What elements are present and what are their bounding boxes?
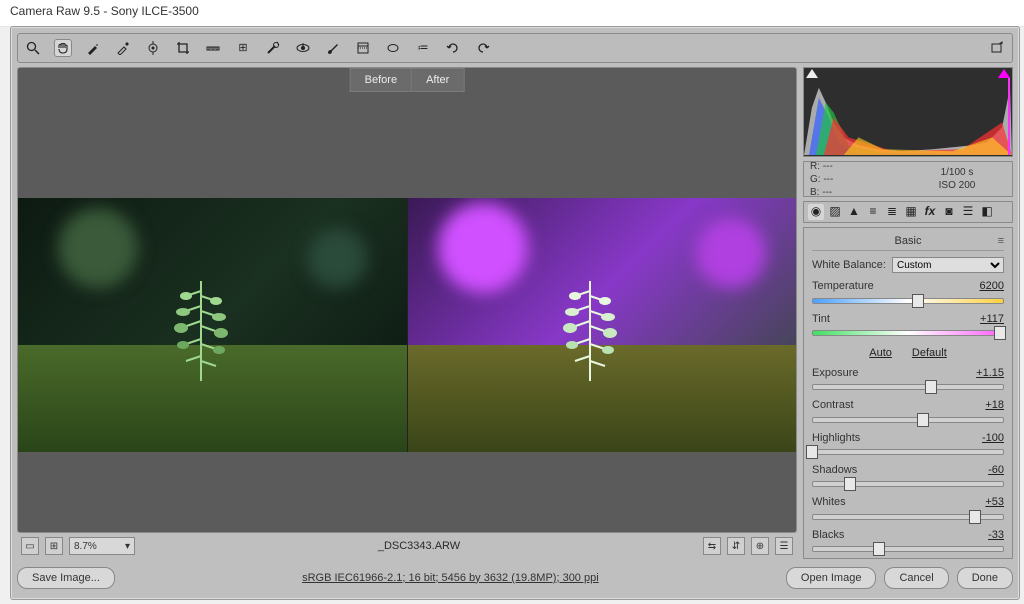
radial-filter-icon[interactable]	[384, 39, 402, 57]
target-adjust-icon[interactable]	[144, 39, 162, 57]
brush-icon[interactable]	[324, 39, 342, 57]
highlights-slider[interactable]	[812, 445, 1004, 457]
filename-label: _DSC3343.ARW	[141, 539, 697, 553]
transform-icon[interactable]: ⊞	[234, 39, 252, 57]
before-image	[18, 198, 407, 452]
image-viewer[interactable]: BeforeAfter	[17, 67, 797, 533]
shadows-slider[interactable]	[812, 477, 1004, 489]
before-after-labels: BeforeAfter	[350, 68, 465, 92]
tab-basic-icon[interactable]: ◉	[808, 204, 824, 220]
viewer-statusbar: ▭ ⊞ 8.7%▾ _DSC3343.ARW ⇆ ⇵ ⊕ ☰	[17, 533, 797, 559]
info-readout: R: --- G: --- B: --- 1/100 s ISO 200	[803, 161, 1013, 197]
whites-slider[interactable]	[812, 510, 1004, 522]
title-bar: Camera Raw 9.5 - Sony ILCE-3500	[0, 0, 1024, 27]
tab-lens-icon[interactable]: ▦	[903, 204, 919, 220]
hand-icon[interactable]	[54, 39, 72, 57]
rotate-ccw-icon[interactable]	[444, 39, 462, 57]
tint-slider[interactable]	[812, 326, 1004, 338]
redeye-icon[interactable]	[294, 39, 312, 57]
exposure-slider[interactable]	[812, 380, 1004, 392]
spot-removal-icon[interactable]	[264, 39, 282, 57]
toolbar: ⊞ ≔	[17, 33, 1013, 63]
camera-model: Sony ILCE-3500	[111, 4, 199, 18]
panel-tabs: ◉ ▨ ▲ ≡ ≣ ▦ fx ◙ ☰ ◧	[803, 201, 1013, 223]
default-link[interactable]: Default	[912, 347, 947, 359]
contrast-slider[interactable]	[812, 413, 1004, 425]
workflow-link[interactable]: sRGB IEC61966-2.1; 16 bit; 5456 by 3632 …	[123, 571, 778, 585]
compare-icon[interactable]: ⇆	[703, 537, 721, 555]
toggle-mark-icon[interactable]: ▭	[21, 537, 39, 555]
open-image-button[interactable]: Open Image	[786, 567, 877, 589]
tab-snapshots-icon[interactable]: ◧	[979, 204, 995, 220]
graduated-filter-icon[interactable]	[354, 39, 372, 57]
tab-curve-icon[interactable]: ▨	[827, 204, 843, 220]
zoom-select[interactable]: 8.7%▾	[69, 537, 135, 555]
tab-detail-icon[interactable]: ▲	[846, 204, 862, 220]
tab-split-icon[interactable]: ≣	[884, 204, 900, 220]
cancel-button[interactable]: Cancel	[884, 567, 948, 589]
blacks-slider[interactable]	[812, 542, 1004, 554]
straighten-icon[interactable]	[204, 39, 222, 57]
color-sampler-icon[interactable]	[114, 39, 132, 57]
white-balance-icon[interactable]	[84, 39, 102, 57]
panel-title: Basic	[812, 232, 1004, 251]
wb-select[interactable]: Custom	[892, 257, 1004, 273]
rotate-cw-icon[interactable]	[474, 39, 492, 57]
tab-hsl-icon[interactable]: ≡	[865, 204, 881, 220]
view-options-icon[interactable]: ☰	[775, 537, 793, 555]
after-image	[407, 198, 797, 452]
temperature-slider[interactable]	[812, 294, 1004, 306]
filmstrip-icon[interactable]: ⊞	[45, 537, 63, 555]
footer: Save Image... sRGB IEC61966-2.1; 16 bit;…	[17, 563, 1013, 593]
zoom-icon[interactable]	[24, 39, 42, 57]
histogram[interactable]	[803, 67, 1013, 157]
prefs-icon[interactable]: ≔	[414, 39, 432, 57]
crop-icon[interactable]	[174, 39, 192, 57]
save-image-button[interactable]: Save Image...	[17, 567, 115, 589]
copy-settings-icon[interactable]: ⊕	[751, 537, 769, 555]
fullscreen-icon[interactable]	[988, 39, 1006, 57]
done-button[interactable]: Done	[957, 567, 1013, 589]
basic-panel: Basic White Balance: Custom Temperature6…	[803, 227, 1013, 559]
wb-label: White Balance:	[812, 258, 886, 272]
app-name: Camera Raw 9.5	[10, 4, 100, 18]
tab-presets-icon[interactable]: ☰	[960, 204, 976, 220]
tab-fx-icon[interactable]: fx	[922, 204, 938, 220]
swap-icon[interactable]: ⇵	[727, 537, 745, 555]
tab-camera-icon[interactable]: ◙	[941, 204, 957, 220]
auto-link[interactable]: Auto	[869, 347, 892, 359]
